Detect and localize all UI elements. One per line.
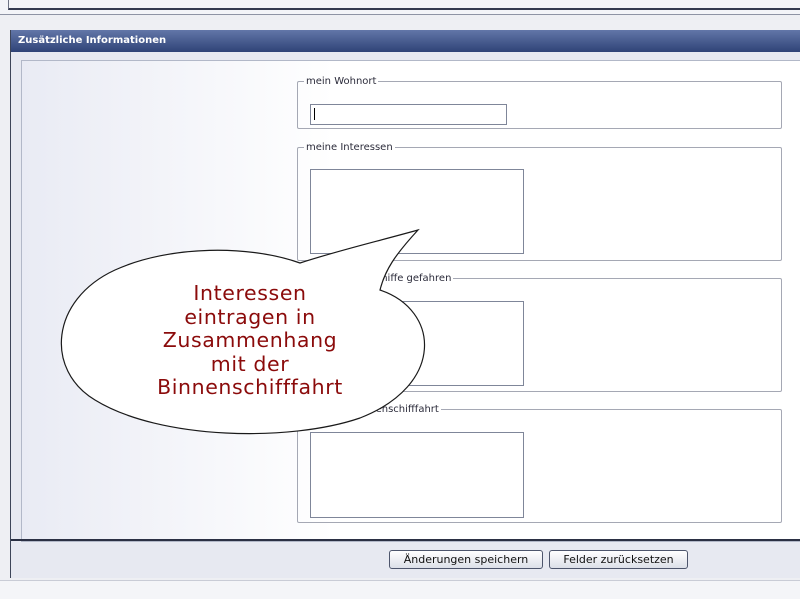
callout-text: Interessen eintragen in Zusammenhang mit… bbox=[100, 281, 400, 400]
callout-line-5: Binnenschifffahrt bbox=[157, 375, 343, 399]
callout-line-4: mit der bbox=[210, 351, 290, 376]
callout-line-3: Zusammenhang bbox=[162, 328, 338, 352]
callout-line-2: eintragen in bbox=[184, 304, 316, 329]
callout-line-1: Interessen bbox=[193, 281, 307, 305]
